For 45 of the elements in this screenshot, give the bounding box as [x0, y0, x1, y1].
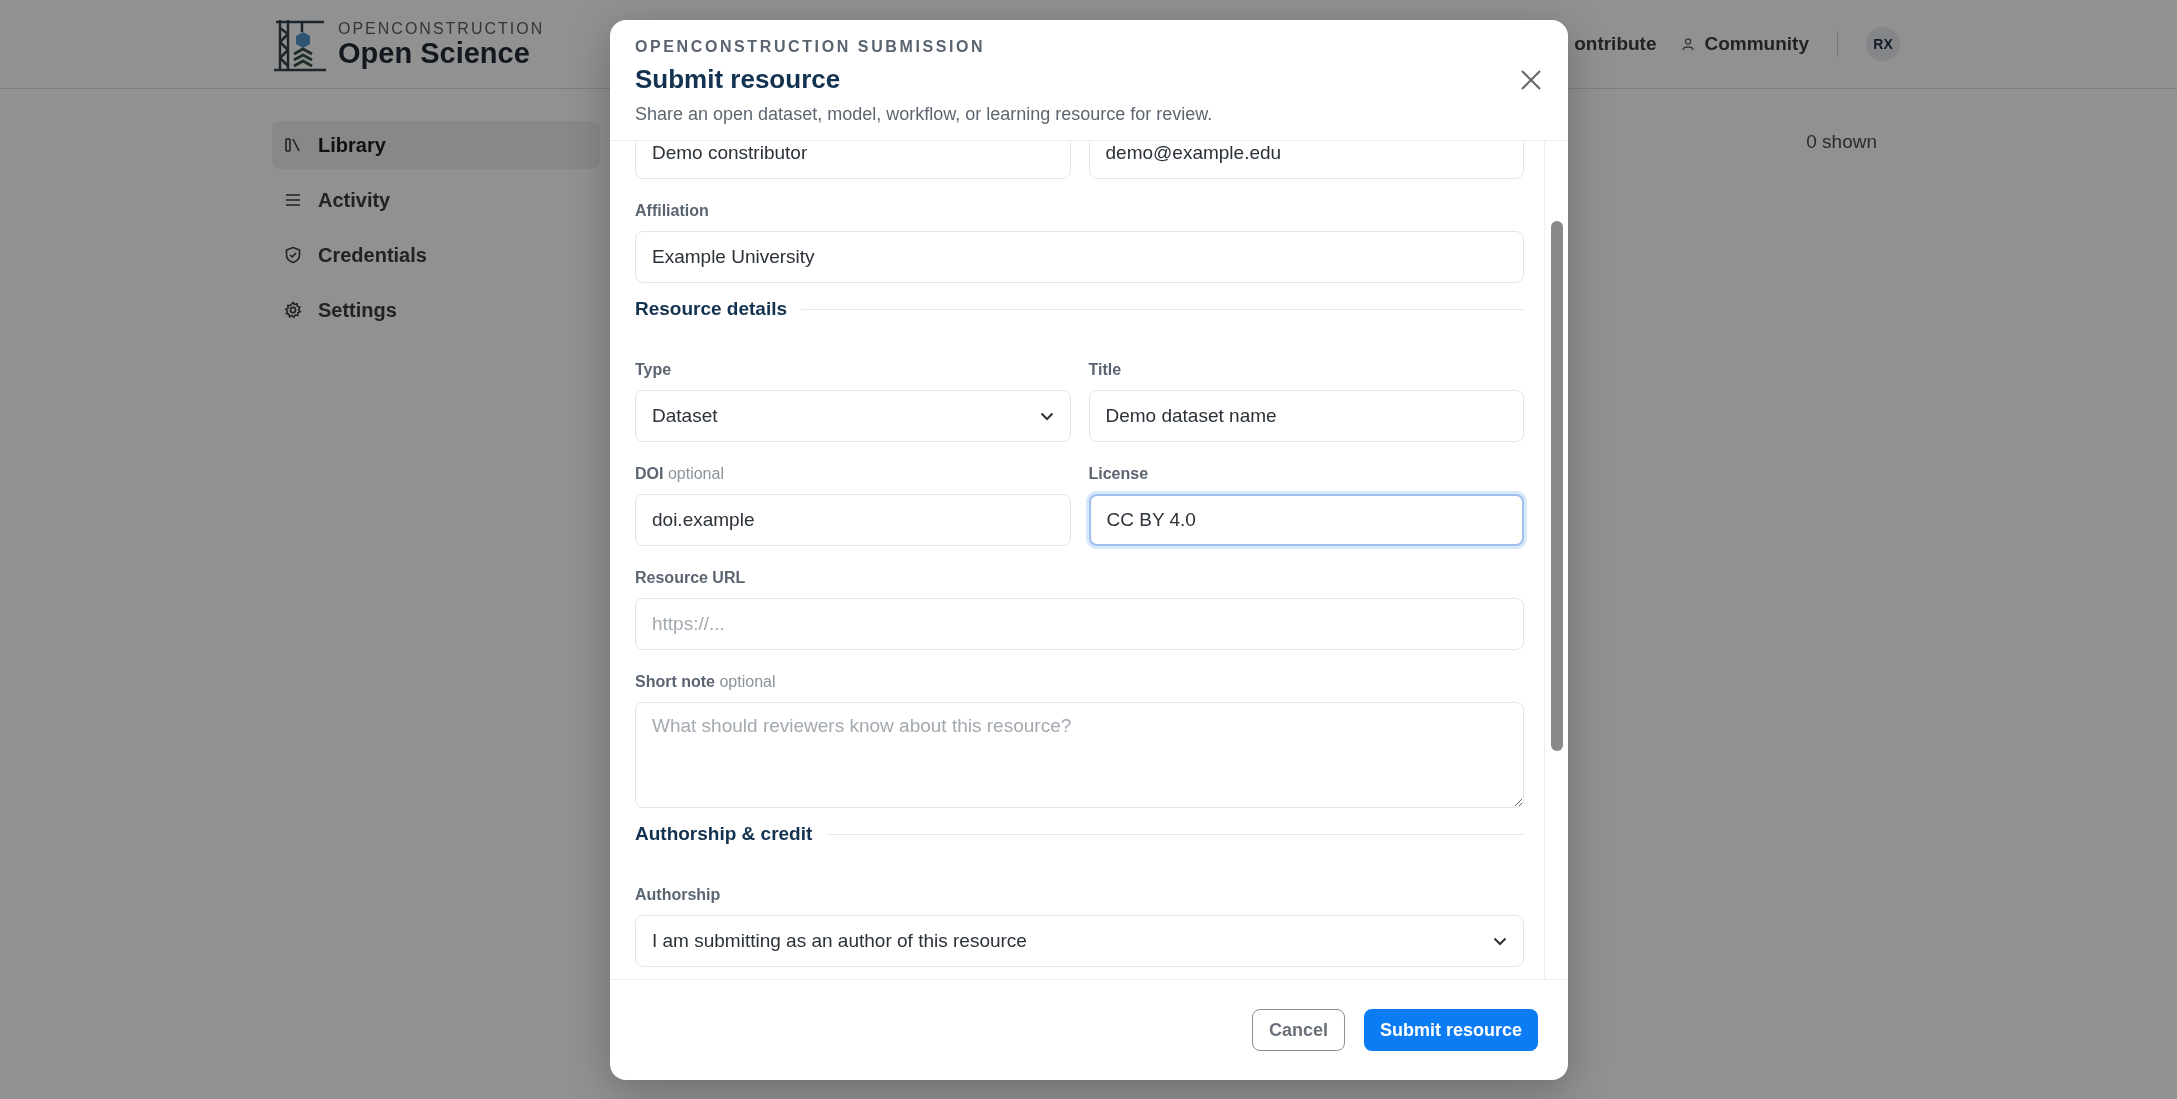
brand-tagline: OPENCONSTRUCTION [338, 20, 545, 37]
shield-icon [284, 246, 302, 264]
section-heading: Authorship & credit [635, 823, 813, 845]
field-label: Resource URL [635, 569, 747, 587]
field-label: Authorship [635, 886, 722, 904]
field-label: Short note optional [635, 673, 777, 691]
text-field[interactable]: Demo dataset name [1088, 390, 1524, 442]
close-button[interactable] [1519, 68, 1543, 92]
sidebar-item[interactable]: Library [272, 121, 600, 169]
field-label: DOI optional [635, 465, 725, 483]
dialog-title: Submit resource [635, 64, 842, 95]
dialog-subtitle: Share an open dataset, model, workflow, or learning resource for review. [635, 104, 1213, 125]
settings-icon [284, 301, 302, 319]
field-label: Type [635, 361, 673, 379]
nav-link[interactable]: Community [1680, 33, 1809, 55]
field-label: License [1088, 465, 1150, 483]
library-icon [284, 136, 302, 154]
section-heading: Resource details [635, 298, 788, 320]
sidebar-item[interactable]: Settings [272, 286, 600, 334]
result-count: 0 shown [1806, 131, 1877, 154]
select-field[interactable]: Dataset [635, 390, 1071, 442]
close-icon [1520, 69, 1542, 91]
text-field[interactable]: https://... [635, 598, 1524, 650]
user-avatar[interactable]: RX [1866, 27, 1900, 61]
chevron-down-icon [1493, 936, 1507, 946]
sidebar-item[interactable]: Activity [272, 176, 600, 224]
text-field[interactable]: demo@example.edu [1088, 141, 1524, 179]
submit-button[interactable]: Submit resource [1363, 1009, 1538, 1051]
dialog-eyebrow: OPENCONSTRUCTION SUBMISSION [635, 38, 987, 56]
text-field[interactable]: doi.example [635, 494, 1071, 546]
chevron-down-icon [1039, 411, 1054, 421]
field-label: Affiliation [635, 202, 710, 220]
select-field[interactable]: I am submitting as an author of this resource [635, 915, 1524, 967]
sidebar-item[interactable]: Credentials [272, 231, 600, 279]
list-icon [284, 191, 302, 209]
text-field[interactable]: CC BY 4.0 [1088, 494, 1524, 546]
cancel-button[interactable]: Cancel [1251, 1009, 1345, 1051]
text-field[interactable]: Demo constributor [635, 141, 1071, 179]
field-label: Title [1088, 361, 1123, 379]
nav-link[interactable]: ontribute [1574, 33, 1657, 55]
note-field[interactable]: What should reviewers know about this resource? [635, 702, 1524, 808]
text-field[interactable]: Example University [635, 231, 1524, 283]
person-icon [1680, 37, 1695, 51]
brand-name: Open Science [338, 38, 531, 68]
scrollbar[interactable] [1551, 221, 1563, 751]
